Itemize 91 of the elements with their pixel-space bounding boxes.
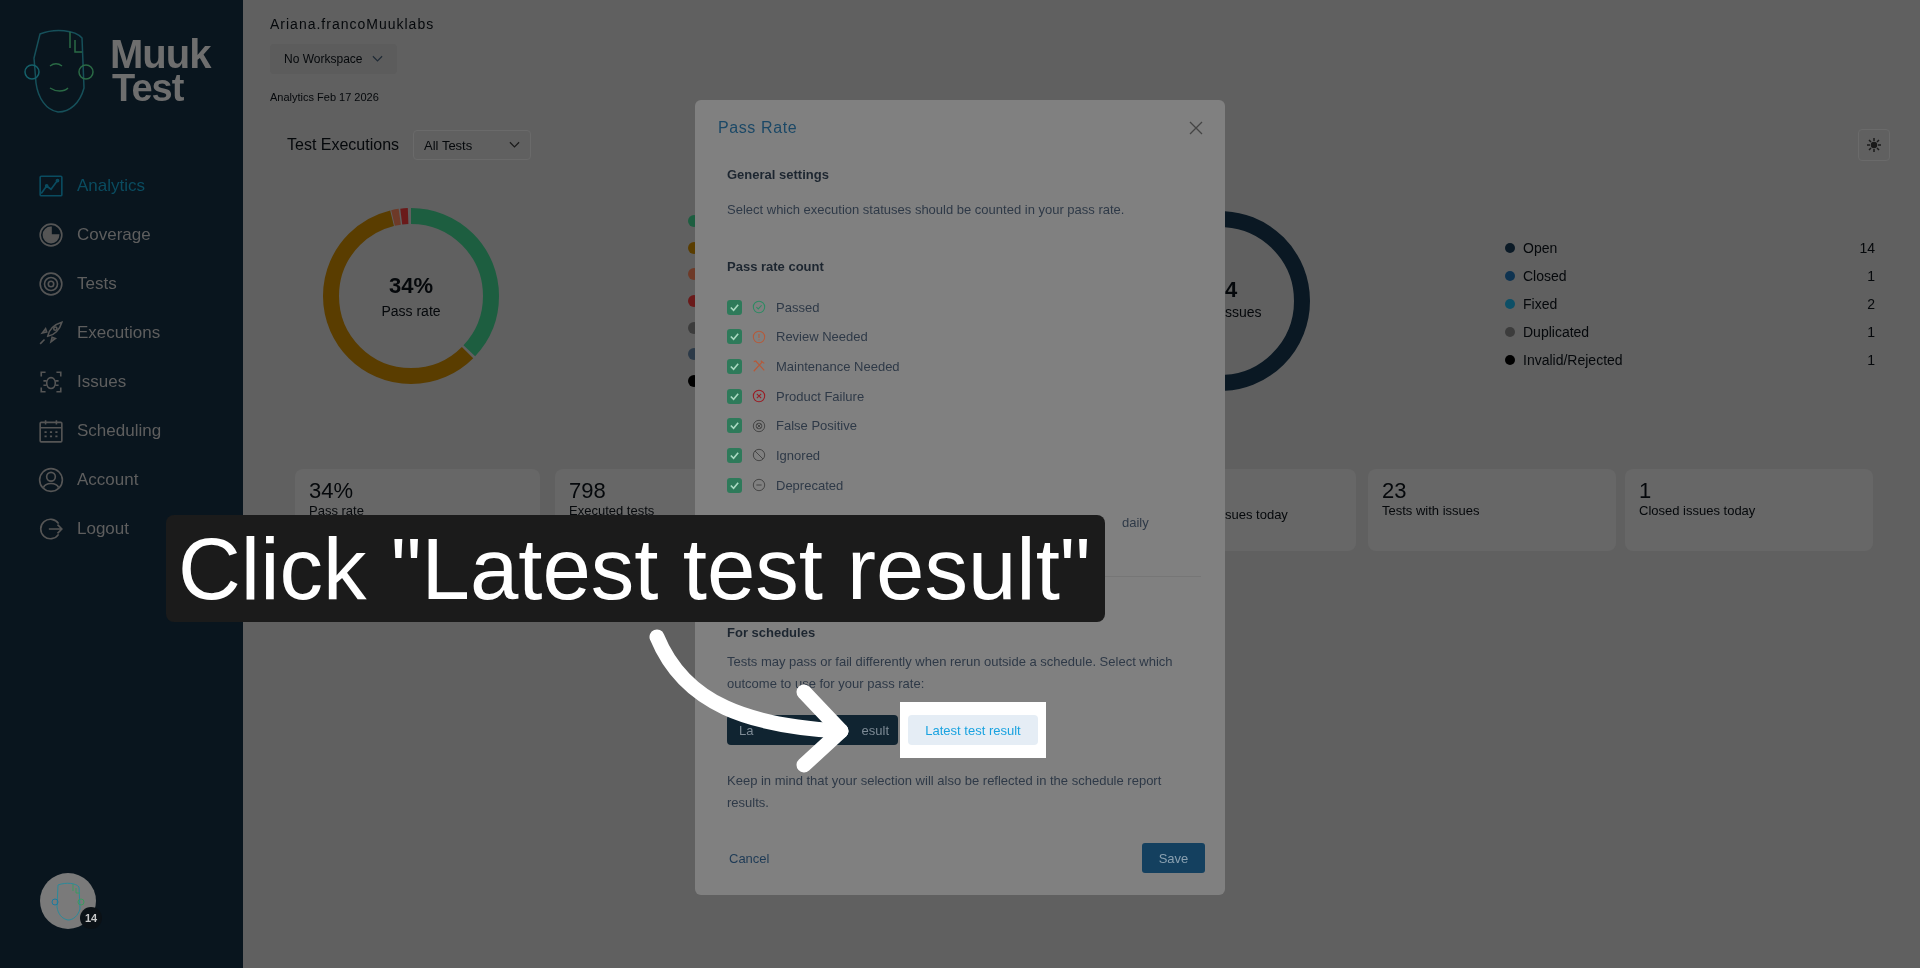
legend-count: 1	[1867, 268, 1875, 284]
exclamation-circle-icon	[752, 329, 766, 344]
logo-text: Muuk	[110, 37, 211, 71]
legend-count: 1	[1867, 352, 1875, 368]
legend-label: Duplicated	[1523, 324, 1590, 340]
check-icon	[729, 301, 740, 313]
status-label: Deprecated	[776, 477, 844, 493]
caret-icon	[509, 141, 521, 149]
dialog-title: Pass Rate	[718, 119, 798, 137]
check-circle-icon	[752, 300, 766, 314]
description-text: Select which execution statuses should be counted in your pass rate.	[727, 201, 1125, 219]
issues-count: 4	[1225, 277, 1238, 303]
sidebar-item[interactable]: Coverage	[38, 220, 151, 250]
chart-icon	[38, 173, 64, 199]
workspace-dropdown[interactable]: No Workspace	[270, 44, 398, 74]
legend-label: Closed	[1523, 268, 1567, 284]
legend-count: 14	[1859, 240, 1875, 256]
stat-label: sues today	[1225, 507, 1288, 522]
legend-label: Invalid/Rejected	[1523, 352, 1623, 368]
caret-icon	[372, 55, 384, 63]
user-name: Ariana.francoMuuklabs	[270, 16, 435, 32]
status-label: Product Failure	[776, 388, 865, 404]
pass-rate-value: 34%	[388, 273, 433, 299]
stat-value: 34%	[309, 479, 354, 503]
sidebar-item[interactable]: Tests	[38, 269, 117, 299]
section-heading: General settings	[727, 166, 829, 184]
stat-label: Closed issues today	[1639, 503, 1756, 518]
issues-label: ssues	[1225, 304, 1262, 320]
pass-rate-label: Pass rate	[381, 303, 441, 319]
status-label: Ignored	[776, 447, 821, 463]
section-title: Test Executions	[287, 136, 400, 154]
face-avatar-drawing	[50, 881, 86, 921]
checkbox[interactable]	[727, 418, 742, 434]
check-icon	[729, 449, 740, 461]
x-circle-icon	[752, 389, 766, 404]
avatar[interactable]	[40, 873, 96, 929]
check-icon	[729, 420, 740, 432]
stat-label: Executed tests	[569, 503, 655, 518]
notification-badge: 14	[80, 907, 102, 929]
status-label: Maintenance Needed	[776, 358, 900, 374]
date-label: Analytics Feb 17 2026	[270, 91, 379, 103]
prohibited-icon	[752, 448, 766, 463]
checkbox[interactable]	[727, 299, 742, 315]
rocket-icon	[38, 320, 64, 346]
status-label: Passed	[776, 299, 820, 315]
close-icon[interactable]	[1189, 121, 1203, 135]
check-icon	[729, 331, 740, 343]
status-label: Review Needed	[776, 329, 868, 345]
minus-circle-icon	[752, 478, 766, 493]
tutorial-callout: Click "Latest test result"	[166, 515, 1105, 622]
stat-label: Tests with issues	[1382, 503, 1480, 518]
stat-value: 23	[1382, 479, 1407, 503]
section-heading: Pass rate count	[727, 258, 824, 276]
sidebar-item[interactable]: Account	[38, 465, 139, 495]
sidebar-item[interactable]: Scheduling	[38, 416, 162, 446]
legend-label: Fixed	[1523, 296, 1558, 312]
checkbox[interactable]	[727, 329, 742, 345]
save-button[interactable]: Save	[1142, 843, 1205, 873]
stat-value: 798	[569, 479, 606, 503]
checkbox[interactable]	[727, 447, 742, 463]
status-label: False Positive	[776, 418, 857, 434]
sidebar-item[interactable]: Executions	[38, 318, 161, 348]
logo-text: Test	[112, 71, 184, 105]
checkbox[interactable]	[727, 358, 742, 374]
note-text: Keep in mind that your selection will also be reflected in the schedule report results.	[727, 772, 1163, 813]
stat-label: Pass rate	[309, 503, 364, 518]
stat-value: 1	[1639, 479, 1652, 503]
checkbox[interactable]	[727, 388, 742, 404]
checkbox[interactable]	[727, 477, 742, 493]
legend-count: 2	[1867, 296, 1875, 312]
check-icon	[729, 390, 740, 402]
cancel-button[interactable]: Cancel	[729, 844, 770, 872]
section-heading: For schedules	[727, 624, 816, 643]
legend-label: Open	[1523, 240, 1558, 256]
filter-dropdown[interactable]: All Tests	[413, 130, 532, 160]
legend-count: 1	[1867, 324, 1875, 340]
sidebar-item[interactable]: Logout	[38, 514, 129, 544]
tools-icon	[752, 359, 766, 374]
note-text: daily	[1122, 514, 1149, 533]
sidebar-item[interactable]: Analytics	[38, 171, 146, 201]
sidebar-item[interactable]: Issues	[38, 367, 127, 397]
bug-icon	[38, 369, 64, 395]
settings-icon	[1866, 137, 1882, 153]
option-button[interactable]: Latest test result	[908, 715, 1038, 746]
calendar-icon	[38, 418, 64, 444]
user-icon	[38, 467, 64, 493]
check-icon	[729, 360, 740, 372]
logout-icon	[38, 516, 64, 542]
settings-button[interactable]	[1858, 129, 1890, 161]
pie-chart-icon	[38, 222, 64, 248]
check-icon	[729, 479, 740, 491]
